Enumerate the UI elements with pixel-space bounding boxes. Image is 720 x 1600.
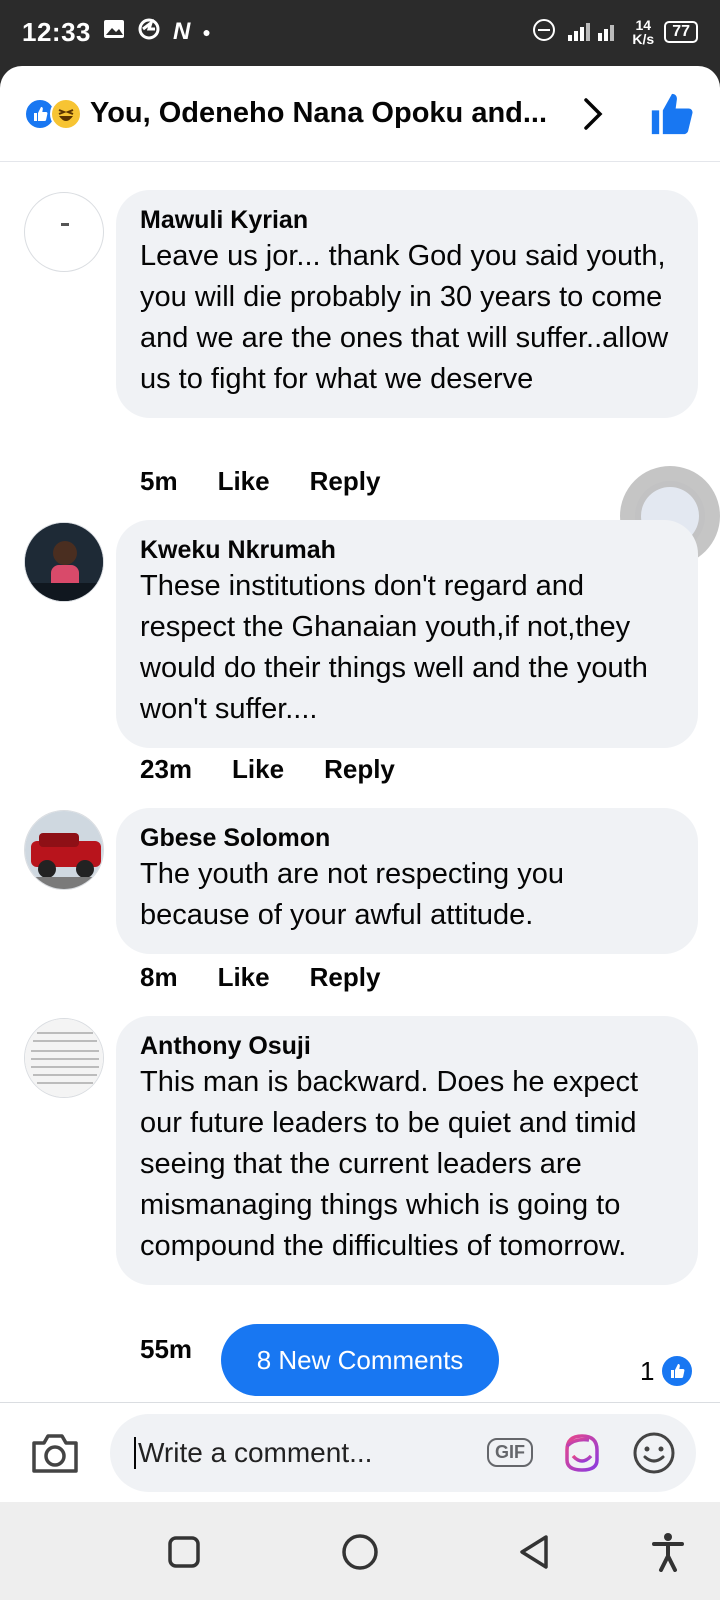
comment-actions: 55m xyxy=(140,1334,192,1365)
battery-indicator: 77 xyxy=(664,21,698,43)
avatar-placeholder-mark xyxy=(61,223,69,226)
gif-icon[interactable]: GIF xyxy=(484,1427,536,1479)
recent-apps-icon[interactable] xyxy=(160,1528,208,1576)
status-left-icons: N ● xyxy=(103,18,211,46)
avatar[interactable] xyxy=(24,810,104,890)
comment-input[interactable]: Write a comment... GIF xyxy=(110,1413,696,1492)
comment-time: 55m xyxy=(140,1334,193,1364)
network-speed: 14 K/s xyxy=(632,18,654,46)
home-icon[interactable] xyxy=(336,1528,384,1576)
like-link[interactable]: Like xyxy=(218,466,270,497)
avatar[interactable] xyxy=(24,1018,104,1098)
like-count-value: 1 xyxy=(640,1355,655,1386)
commenter-name[interactable]: Mawuli Kyrian xyxy=(140,204,674,236)
avatar-sticker-icon[interactable] xyxy=(556,1427,608,1479)
comment-input-placeholder[interactable]: Write a comment... xyxy=(134,1436,464,1469)
thumbs-up-icon[interactable] xyxy=(648,90,696,138)
comment-time: 23m xyxy=(140,754,193,784)
reactions-header[interactable]: You, Odeneho Nana Opoku and... xyxy=(0,66,720,162)
comment-text: This man is backward. Does he expect our… xyxy=(140,1066,639,1262)
comment-text: The youth are not respecting you because… xyxy=(140,858,564,931)
comment-actions: 8m Like Reply xyxy=(140,962,380,993)
signal-icon xyxy=(566,19,622,46)
do-not-disturb-icon xyxy=(532,18,556,47)
status-time: 12:33 xyxy=(22,16,91,47)
comment-like-count[interactable]: 1 xyxy=(640,1354,695,1388)
comment-text: Leave us jor... thank God you said youth… xyxy=(140,240,669,395)
comment-bubble[interactable]: Kweku Nkrumah These institutions don't r… xyxy=(116,520,698,748)
chevron-right-icon[interactable] xyxy=(573,94,613,134)
comment-actions: 23m Like Reply xyxy=(140,754,395,785)
comments-sheet: You, Odeneho Nana Opoku and... Mawuli Ky… xyxy=(0,66,720,1502)
commenter-name[interactable]: Gbese Solomon xyxy=(140,822,674,854)
status-bar: 12:33 N ● 14 K/s 77 xyxy=(0,0,720,64)
comment-actions: 5m Like Reply xyxy=(140,466,380,497)
app-notification-icon xyxy=(137,18,161,46)
avatar[interactable] xyxy=(24,522,104,602)
commenter-name[interactable]: Kweku Nkrumah xyxy=(140,534,674,566)
reactions-title[interactable]: You, Odeneho Nana Opoku and... xyxy=(90,97,547,130)
camera-icon[interactable] xyxy=(20,1418,90,1488)
like-link[interactable]: Like xyxy=(218,962,270,993)
accessibility-icon[interactable] xyxy=(644,1528,692,1576)
system-navigation-bar xyxy=(0,1502,720,1600)
reply-link[interactable]: Reply xyxy=(310,962,381,993)
comment-text: These institutions don't regard and resp… xyxy=(140,570,648,725)
reply-link[interactable]: Reply xyxy=(324,754,395,785)
comment-time: 8m xyxy=(140,962,178,992)
emoji-icon[interactable] xyxy=(628,1427,680,1479)
comment-composer: Write a comment... GIF xyxy=(0,1402,720,1502)
netflix-notification-icon: N xyxy=(173,18,191,45)
network-speed-unit: K/s xyxy=(632,31,655,47)
like-reaction-icon xyxy=(660,1354,695,1388)
status-right-icons: 14 K/s 77 xyxy=(532,18,698,47)
avatar[interactable] xyxy=(24,192,104,272)
comment-time: 5m xyxy=(140,466,178,496)
back-icon[interactable] xyxy=(510,1528,558,1576)
comment-bubble[interactable]: Mawuli Kyrian Leave us jor... thank God … xyxy=(116,190,698,418)
haha-reaction-icon xyxy=(50,97,82,130)
like-link[interactable]: Like xyxy=(232,754,284,785)
reply-link[interactable]: Reply xyxy=(310,466,381,497)
gallery-notification-icon xyxy=(103,19,125,45)
comment-bubble[interactable]: Gbese Solomon The youth are not respecti… xyxy=(116,808,698,954)
commenter-name[interactable]: Anthony Osuji xyxy=(140,1030,674,1062)
more-notifications-dot-icon: ● xyxy=(202,24,211,40)
new-comments-button[interactable]: 8 New Comments xyxy=(221,1324,499,1396)
reaction-icons xyxy=(24,97,82,130)
comment-bubble[interactable]: Anthony Osuji This man is backward. Does… xyxy=(116,1016,698,1285)
gif-label: GIF xyxy=(487,1438,533,1467)
